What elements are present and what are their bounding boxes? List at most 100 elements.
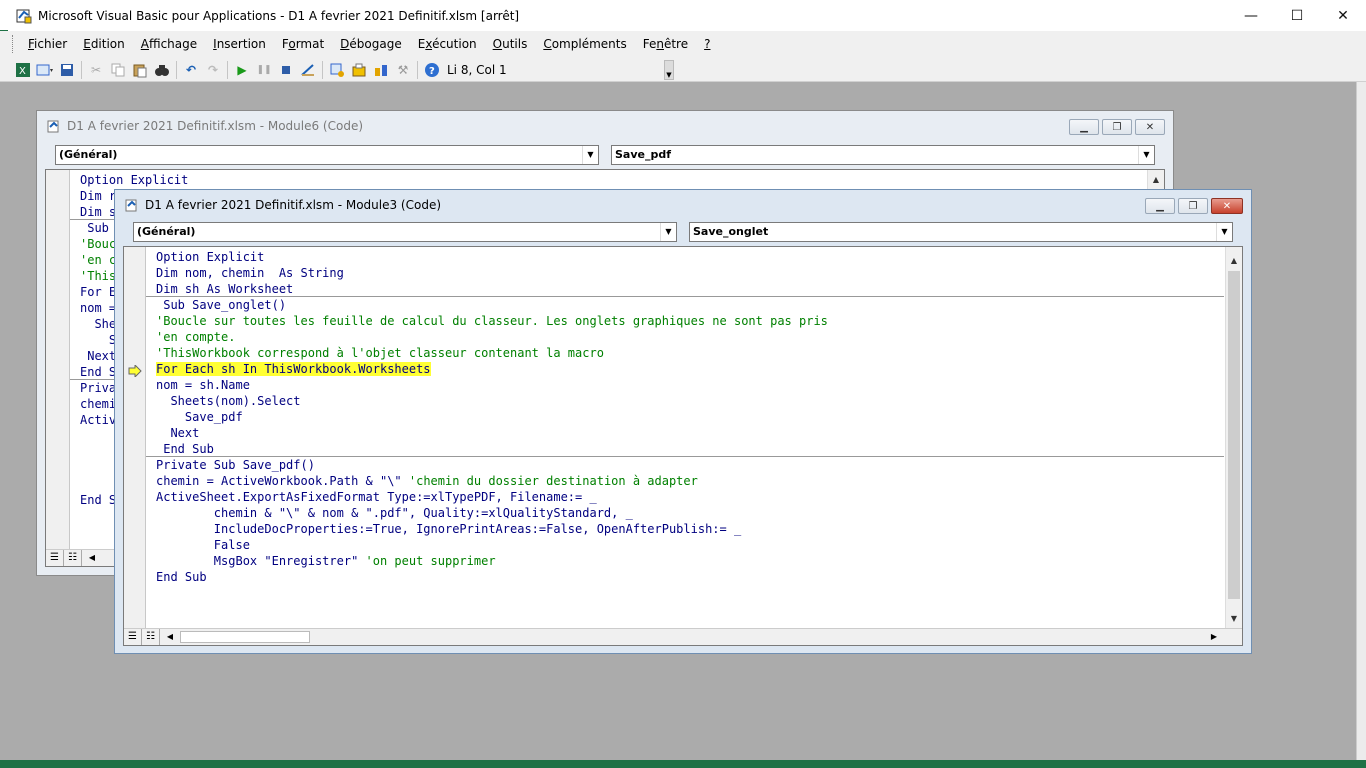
code-line[interactable]: Option Explicit	[156, 249, 1242, 265]
menu-help[interactable]: ?	[696, 37, 718, 51]
module3-code-pane[interactable]: ▲ ▼ ☰ ☷ ◀ ▶ Option Explicit Dim nom, chem…	[123, 246, 1243, 646]
module3-title-bar[interactable]: D1 A fevrier 2021 Definitif.xlsm - Modul…	[115, 190, 1251, 220]
insert-userform-icon[interactable]	[34, 59, 56, 81]
run-icon[interactable]: ▶	[231, 59, 253, 81]
menu-bar: Fichier Edition Affichage Insertion Form…	[0, 31, 1366, 57]
menu-execution[interactable]: Exécution	[410, 37, 485, 51]
full-module-view-icon[interactable]: ☷	[64, 550, 82, 566]
menu-fichier[interactable]: Fichier	[20, 37, 75, 51]
code-line[interactable]: MsgBox "Enregistrer" 'on peut supprimer	[156, 553, 1242, 569]
code-line[interactable]: 'Boucle sur toutes les feuille de calcul…	[156, 313, 1242, 329]
window-title: Microsoft Visual Basic pour Applications…	[38, 8, 520, 23]
chevron-down-icon: ▼	[660, 223, 676, 241]
menu-edition[interactable]: Edition	[75, 37, 133, 51]
excel-status-strip	[0, 760, 1366, 768]
properties-icon[interactable]	[348, 59, 370, 81]
toolbox-icon[interactable]: ⚒	[392, 59, 414, 81]
object-browser-icon[interactable]	[370, 59, 392, 81]
module6-restore-button[interactable]: ❐	[1102, 119, 1132, 135]
cut-icon[interactable]: ✂	[85, 59, 107, 81]
full-module-view-icon[interactable]: ☷	[142, 629, 160, 645]
chevron-down-icon: ▼	[1216, 223, 1232, 241]
module3-object-combo[interactable]: (Général) ▼	[133, 222, 677, 242]
module3-title: D1 A fevrier 2021 Definitif.xlsm - Modul…	[145, 198, 442, 212]
module3-restore-button[interactable]: ❐	[1178, 198, 1208, 214]
paste-icon[interactable]	[129, 59, 151, 81]
code-line[interactable]: Save_pdf	[156, 409, 1242, 425]
maximize-button[interactable]: ☐	[1274, 0, 1320, 31]
design-mode-icon[interactable]	[297, 59, 319, 81]
module3-close-button[interactable]: ✕	[1211, 198, 1243, 214]
procedure-view-icon[interactable]: ☰	[124, 629, 142, 645]
redo-icon[interactable]: ↷	[202, 59, 224, 81]
procedure-view-icon[interactable]: ☰	[46, 550, 64, 566]
menu-insertion[interactable]: Insertion	[205, 37, 274, 51]
code-line[interactable]: False	[156, 537, 1242, 553]
module3-minimize-button[interactable]: ▁	[1145, 198, 1175, 214]
menu-complements[interactable]: Compléments	[535, 37, 634, 51]
module3-horizontal-scrollbar[interactable]: ☰ ☷ ◀ ▶	[124, 628, 1242, 645]
help-icon[interactable]: ?	[421, 59, 443, 81]
procedure-separator	[146, 456, 1224, 457]
code-line[interactable]: 'ThisWorkbook correspond à l'objet class…	[156, 345, 1242, 361]
menu-affichage[interactable]: Affichage	[133, 37, 205, 51]
code-line[interactable]: chemin = ActiveWorkbook.Path & "\" 'chem…	[156, 473, 1242, 489]
main-title-bar: Microsoft Visual Basic pour Applications…	[0, 0, 1366, 31]
code-line[interactable]: chemin & "\" & nom & ".pdf", Quality:=xl…	[156, 505, 1242, 521]
project-explorer-icon[interactable]	[326, 59, 348, 81]
code-line[interactable]: Option Explicit	[80, 172, 1164, 188]
code-line[interactable]: Sheets(nom).Select	[156, 393, 1242, 409]
code-line[interactable]: For Each sh In ThisWorkbook.Worksheets	[156, 361, 1242, 377]
pause-icon[interactable]: ❚❚	[253, 59, 275, 81]
code-line[interactable]: IncludeDocProperties:=True, IgnorePrintA…	[156, 521, 1242, 537]
toolbar-options-handle[interactable]: ▼	[664, 60, 674, 80]
excel-view-icon[interactable]: X	[12, 59, 34, 81]
module-icon	[123, 197, 139, 213]
code-line[interactable]: Private Sub Save_pdf()	[156, 457, 1242, 473]
save-icon[interactable]	[56, 59, 78, 81]
module6-title: D1 A fevrier 2021 Definitif.xlsm - Modul…	[67, 119, 364, 133]
module6-close-button[interactable]: ✕	[1135, 119, 1165, 135]
menu-debogage[interactable]: Débogage	[332, 37, 410, 51]
svg-text:?: ?	[429, 66, 435, 77]
code-window-module3[interactable]: D1 A fevrier 2021 Definitif.xlsm - Modul…	[114, 189, 1252, 654]
module6-minimize-button[interactable]: ▁	[1069, 119, 1099, 135]
copy-icon[interactable]	[107, 59, 129, 81]
code-line[interactable]: Next	[156, 425, 1242, 441]
code-line[interactable]: 'en compte.	[156, 329, 1242, 345]
code-line[interactable]: End Sub	[156, 569, 1242, 585]
cursor-position: Li 8, Col 1	[447, 62, 507, 77]
code-line[interactable]: Dim nom, chemin As String	[156, 265, 1242, 281]
minimize-button[interactable]: —	[1228, 0, 1274, 31]
module3-procedure-combo[interactable]: Save_onglet ▼	[689, 222, 1233, 242]
code-line[interactable]: End Sub	[156, 441, 1242, 457]
module6-title-bar[interactable]: D1 A fevrier 2021 Definitif.xlsm - Modul…	[37, 111, 1173, 141]
procedure-separator	[146, 296, 1224, 297]
undo-icon[interactable]: ↶	[180, 59, 202, 81]
module6-object-combo[interactable]: (Général) ▼	[55, 145, 599, 165]
menu-grip	[12, 35, 16, 53]
scroll-down-icon[interactable]: ▼	[1226, 611, 1242, 627]
h-scroll-thumb[interactable]	[180, 631, 310, 643]
chevron-down-icon: ▼	[1138, 146, 1154, 164]
standard-toolbar: X ✂ ↶ ↷ ▶ ❚❚ ⚒ ? Li 8, Col 1 ▼	[0, 57, 1366, 82]
module6-procedure-combo[interactable]: Save_pdf ▼	[611, 145, 1155, 165]
menu-outils[interactable]: Outils	[485, 37, 536, 51]
code-line[interactable]: ActiveSheet.ExportAsFixedFormat Type:=xl…	[156, 489, 1242, 505]
reset-icon[interactable]	[275, 59, 297, 81]
find-icon[interactable]	[151, 59, 173, 81]
menu-format[interactable]: Format	[274, 37, 332, 51]
code-line[interactable]: Sub Save_onglet()	[156, 297, 1242, 313]
scroll-left-icon[interactable]: ◀	[84, 550, 100, 566]
menu-fenetre[interactable]: Fenêtre	[635, 37, 696, 51]
scroll-up-icon[interactable]: ▲	[1148, 172, 1164, 188]
code-line[interactable]: Dim sh As Worksheet	[156, 281, 1242, 297]
execution-pointer-icon	[128, 365, 142, 377]
module-icon	[45, 118, 61, 134]
scroll-right-icon[interactable]: ▶	[1206, 629, 1222, 645]
vba-app-icon	[16, 8, 32, 24]
chevron-down-icon: ▼	[582, 146, 598, 164]
scroll-left-icon[interactable]: ◀	[162, 629, 178, 645]
code-line[interactable]: nom = sh.Name	[156, 377, 1242, 393]
close-button[interactable]: ✕	[1320, 0, 1366, 31]
